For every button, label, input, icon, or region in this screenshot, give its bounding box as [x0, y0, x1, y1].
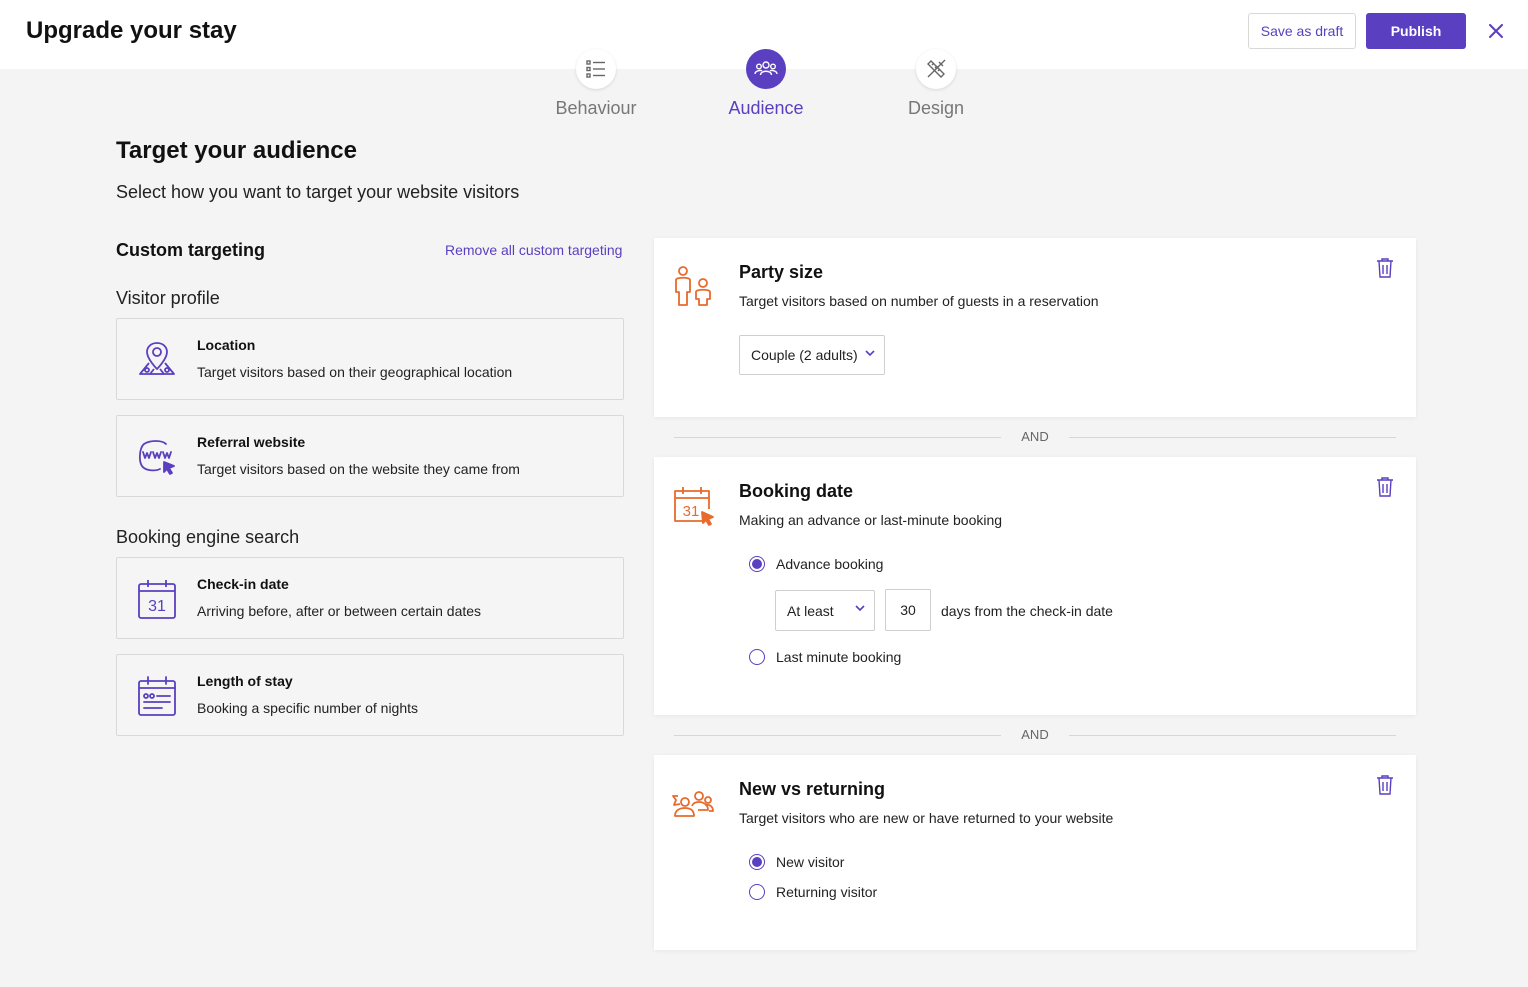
trash-icon[interactable]: [1376, 258, 1396, 280]
step-behaviour[interactable]: Behaviour: [526, 49, 666, 119]
qualifier-value: At least: [787, 602, 834, 619]
calendar-nights-icon: [136, 675, 178, 717]
radio-label: Advance booking: [776, 556, 884, 572]
radio-label: Last minute booking: [776, 649, 902, 665]
remove-all-targeting-link[interactable]: Remove all custom targeting: [445, 242, 622, 258]
option-description: Target visitors based on the website the…: [197, 461, 520, 477]
days-input[interactable]: 30: [885, 589, 931, 631]
group-title-visitor-profile: Visitor profile: [116, 288, 220, 308]
close-icon[interactable]: [1484, 19, 1508, 43]
svg-text:31: 31: [148, 598, 166, 615]
map-pin-icon: [136, 339, 178, 381]
rule-description: Target visitors who are new or have retu…: [739, 810, 1114, 826]
days-suffix-label: days from the check-in date: [941, 603, 1113, 619]
option-length-of-stay[interactable]: Length of stay Booking a specific number…: [116, 654, 624, 736]
design-tools-icon: [916, 49, 956, 89]
rule-title: Party size: [739, 262, 824, 282]
group-title-booking-engine-search: Booking engine search: [116, 527, 300, 547]
radio-dot: [749, 649, 765, 665]
step-label: Design: [907, 98, 965, 118]
and-separator: AND: [674, 725, 1396, 745]
radio-label: Returning visitor: [776, 884, 878, 900]
and-separator: AND: [674, 427, 1396, 447]
www-cursor-icon: [136, 436, 178, 478]
option-title: Check-in date: [197, 576, 289, 592]
party-size-value: Couple (2 adults): [751, 347, 858, 363]
rule-description: Making an advance or last-minute booking: [739, 512, 1003, 528]
new-visitor-radio[interactable]: New visitor: [749, 854, 844, 870]
option-referral-website[interactable]: Referral website Target visitors based o…: [116, 415, 624, 497]
rule-description: Target visitors based on number of guest…: [739, 293, 1099, 309]
returning-visitor-radio[interactable]: Returning visitor: [749, 884, 877, 900]
section-heading: Target your audience: [116, 137, 357, 164]
rule-title: Booking date: [739, 481, 854, 501]
rule-title: New vs returning: [739, 779, 886, 799]
chevron-down-icon: [865, 350, 875, 357]
chevron-down-icon: [855, 605, 865, 612]
publish-button[interactable]: Publish: [1366, 13, 1466, 49]
option-title: Length of stay: [197, 673, 293, 689]
step-label: Behaviour: [555, 98, 637, 118]
divider: [1069, 437, 1396, 438]
qualifier-select[interactable]: At least: [775, 590, 875, 631]
option-description: Arriving before, after or between certai…: [197, 603, 482, 619]
radio-dot: [749, 556, 765, 572]
divider: [1069, 735, 1396, 736]
rule-card-party-size: Party size Target visitors based on numb…: [654, 238, 1416, 417]
rule-card-booking-date: 31 Booking date Making an advance or las…: [654, 457, 1416, 715]
guests-icon: [672, 266, 716, 310]
radio-label: New visitor: [776, 854, 845, 870]
calendar-cursor-icon: 31: [672, 485, 716, 529]
svg-text:31: 31: [683, 503, 700, 520]
option-description: Target visitors based on their geographi…: [197, 364, 513, 380]
option-check-in-date[interactable]: 31 Check-in date Arriving before, after …: [116, 557, 624, 639]
list-icon: [576, 49, 616, 89]
step-audience[interactable]: Audience: [696, 49, 836, 119]
option-title: Location: [197, 337, 256, 353]
trash-icon[interactable]: [1376, 775, 1396, 797]
calendar-31-icon: 31: [136, 578, 178, 620]
radio-dot: [749, 884, 765, 900]
step-label: Audience: [728, 98, 804, 118]
option-title: Referral website: [197, 434, 306, 450]
save-as-draft-button[interactable]: Save as draft: [1248, 13, 1356, 49]
party-size-select[interactable]: Couple (2 adults): [739, 335, 885, 375]
advance-booking-radio[interactable]: Advance booking: [749, 556, 883, 572]
custom-targeting-title: Custom targeting: [116, 240, 266, 260]
last-minute-booking-radio[interactable]: Last minute booking: [749, 649, 901, 665]
radio-dot: [749, 854, 765, 870]
option-location[interactable]: Location Target visitors based on their …: [116, 318, 624, 400]
people-icon: [746, 49, 786, 89]
trash-icon[interactable]: [1376, 477, 1396, 499]
rule-card-new-vs-returning: New vs returning Target visitors who are…: [654, 755, 1416, 950]
option-description: Booking a specific number of nights: [197, 700, 419, 716]
visitors-icon: [672, 783, 716, 827]
page-title: Upgrade your stay: [26, 17, 237, 44]
section-subheading: Select how you want to target your websi…: [116, 182, 520, 202]
step-design[interactable]: Design: [866, 49, 1006, 119]
